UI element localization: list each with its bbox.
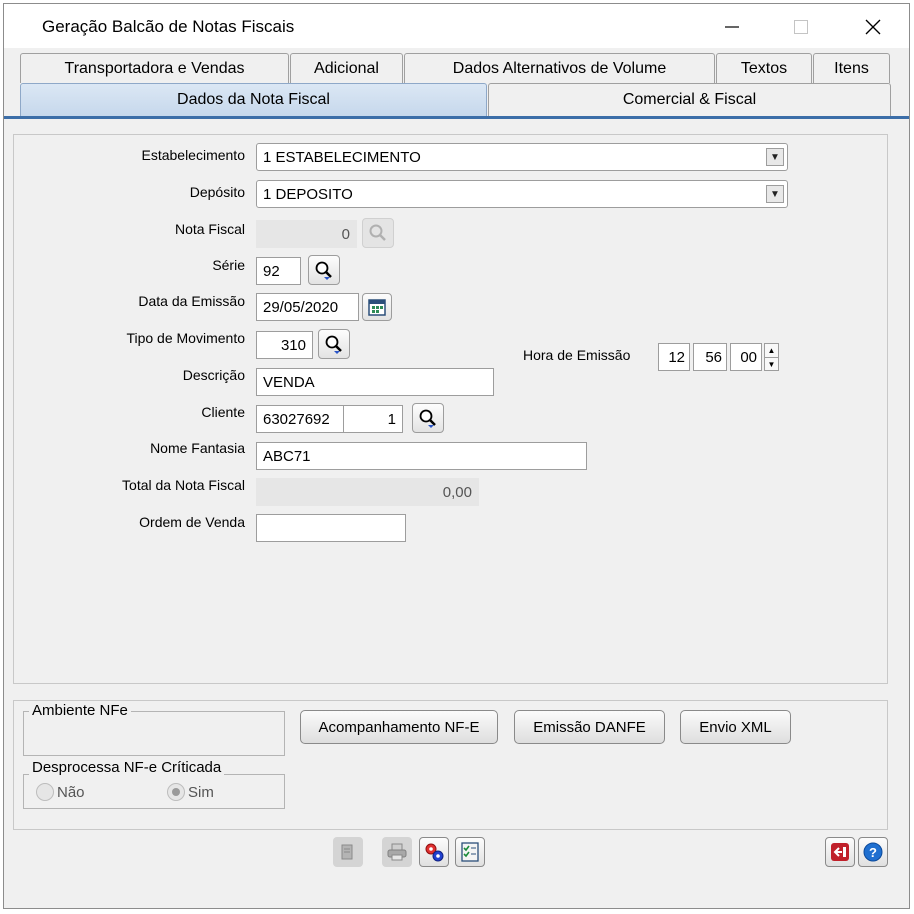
estabelecimento-label: Estabelecimento xyxy=(141,147,245,163)
nota-fiscal-search-button xyxy=(362,218,394,248)
deposito-select[interactable]: 1 DEPOSITO ▼ xyxy=(256,180,788,208)
chevron-down-icon[interactable]: ▼ xyxy=(766,185,784,203)
minimize-icon xyxy=(725,26,739,28)
tab-transportadora-vendas[interactable]: Transportadora e Vendas xyxy=(20,53,289,83)
gears-icon xyxy=(425,843,444,862)
radio-nao-label: Não xyxy=(57,783,85,801)
total-nota-field: 0,00 xyxy=(256,478,479,506)
radio-nao-circle xyxy=(36,783,54,801)
acompanhamento-nfe-button[interactable]: Acompanhamento NF-E xyxy=(300,710,498,744)
cliente-code-field[interactable]: 63027692 xyxy=(256,405,344,433)
maximize-button xyxy=(778,10,824,44)
minimize-button[interactable] xyxy=(709,10,755,44)
nota-fiscal-field: 0 xyxy=(256,220,357,248)
tab-separator xyxy=(4,116,909,119)
print-button xyxy=(382,837,412,867)
cliente-label: Cliente xyxy=(201,404,245,420)
tab-adicional[interactable]: Adicional xyxy=(290,53,403,83)
tab-dados-alternativos-volume[interactable]: Dados Alternativos de Volume xyxy=(404,53,715,83)
main-panel xyxy=(13,134,888,684)
search-icon xyxy=(369,224,386,241)
flag-icon xyxy=(341,844,353,860)
exit-button[interactable] xyxy=(825,837,855,867)
checklist-button[interactable] xyxy=(455,837,485,867)
tab-itens[interactable]: Itens xyxy=(813,53,890,83)
deposito-value: 1 DEPOSITO xyxy=(263,185,353,203)
hora-emissao-hour-field[interactable]: 12 xyxy=(658,343,690,371)
close-icon xyxy=(865,19,881,35)
search-icon xyxy=(419,409,436,428)
nome-fantasia-field[interactable]: ABC71 xyxy=(256,442,587,470)
ordem-venda-field[interactable] xyxy=(256,514,406,542)
svg-text:?: ? xyxy=(869,845,877,860)
estabelecimento-value: 1 ESTABELECIMENTO xyxy=(263,148,421,166)
tab-comercial-fiscal[interactable]: Comercial & Fiscal xyxy=(488,83,891,116)
hora-emissao-label: Hora de Emissão xyxy=(523,347,631,363)
estabelecimento-select[interactable]: 1 ESTABELECIMENTO ▼ xyxy=(256,143,788,171)
hora-emissao-spinner[interactable]: ▲ ▼ xyxy=(764,343,779,371)
data-emissao-field[interactable]: 29/05/2020 xyxy=(256,293,359,321)
search-icon xyxy=(315,261,332,280)
help-icon: ? xyxy=(863,842,883,862)
calendar-button[interactable] xyxy=(362,293,392,321)
tipo-movimento-search-button[interactable] xyxy=(318,329,350,359)
chevron-up-icon[interactable]: ▲ xyxy=(765,344,778,357)
navigate-button xyxy=(333,837,363,867)
desprocessa-title: Desprocessa NF-e Críticada xyxy=(29,759,225,776)
serie-field[interactable]: 92 xyxy=(256,257,301,285)
tab-dados-nota-fiscal[interactable]: Dados da Nota Fiscal xyxy=(20,83,487,116)
close-button[interactable] xyxy=(850,10,896,44)
checklist-icon xyxy=(461,842,479,862)
serie-search-button[interactable] xyxy=(308,255,340,285)
emissao-danfe-button[interactable]: Emissão DANFE xyxy=(514,710,665,744)
tab-textos[interactable]: Textos xyxy=(716,53,812,83)
tipo-movimento-label: Tipo de Movimento xyxy=(126,330,245,346)
help-button[interactable]: ? xyxy=(858,837,888,867)
cliente-seq-field[interactable]: 1 xyxy=(343,405,403,433)
nota-fiscal-label: Nota Fiscal xyxy=(174,221,245,237)
radio-sim-circle xyxy=(167,783,185,801)
serie-label: Série xyxy=(212,257,245,273)
descricao-field[interactable]: VENDA xyxy=(256,368,494,396)
radio-nao: Não xyxy=(36,783,85,801)
window-title: Geração Balcão de Notas Fiscais xyxy=(42,17,295,36)
maximize-icon xyxy=(794,20,808,34)
data-emissao-label: Data da Emissão xyxy=(138,293,245,309)
hora-emissao-second-field[interactable]: 00 xyxy=(730,343,762,371)
ambiente-nfe-title: Ambiente NFe xyxy=(29,702,131,719)
cliente-search-button[interactable] xyxy=(412,403,444,433)
tipo-movimento-field[interactable]: 310 xyxy=(256,331,313,359)
app-window: Geração Balcão de Notas Fiscais Transpor… xyxy=(3,3,910,909)
calendar-icon xyxy=(368,299,386,316)
radio-sim-label: Sim xyxy=(188,783,214,801)
process-button[interactable] xyxy=(419,837,449,867)
title-bar: Geração Balcão de Notas Fiscais xyxy=(4,4,909,48)
ordem-venda-label: Ordem de Venda xyxy=(139,514,245,530)
exit-icon xyxy=(831,843,849,861)
radio-sim: Sim xyxy=(167,783,214,801)
hora-emissao-minute-field[interactable]: 56 xyxy=(693,343,727,371)
deposito-label: Depósito xyxy=(189,184,245,200)
total-nota-label: Total da Nota Fiscal xyxy=(122,477,245,493)
chevron-down-icon[interactable]: ▼ xyxy=(765,357,778,370)
search-icon xyxy=(325,335,342,354)
envio-xml-button[interactable]: Envio XML xyxy=(680,710,791,744)
descricao-label: Descrição xyxy=(182,367,245,383)
printer-icon xyxy=(387,843,407,861)
nome-fantasia-label: Nome Fantasia xyxy=(150,440,245,456)
chevron-down-icon[interactable]: ▼ xyxy=(766,148,784,166)
